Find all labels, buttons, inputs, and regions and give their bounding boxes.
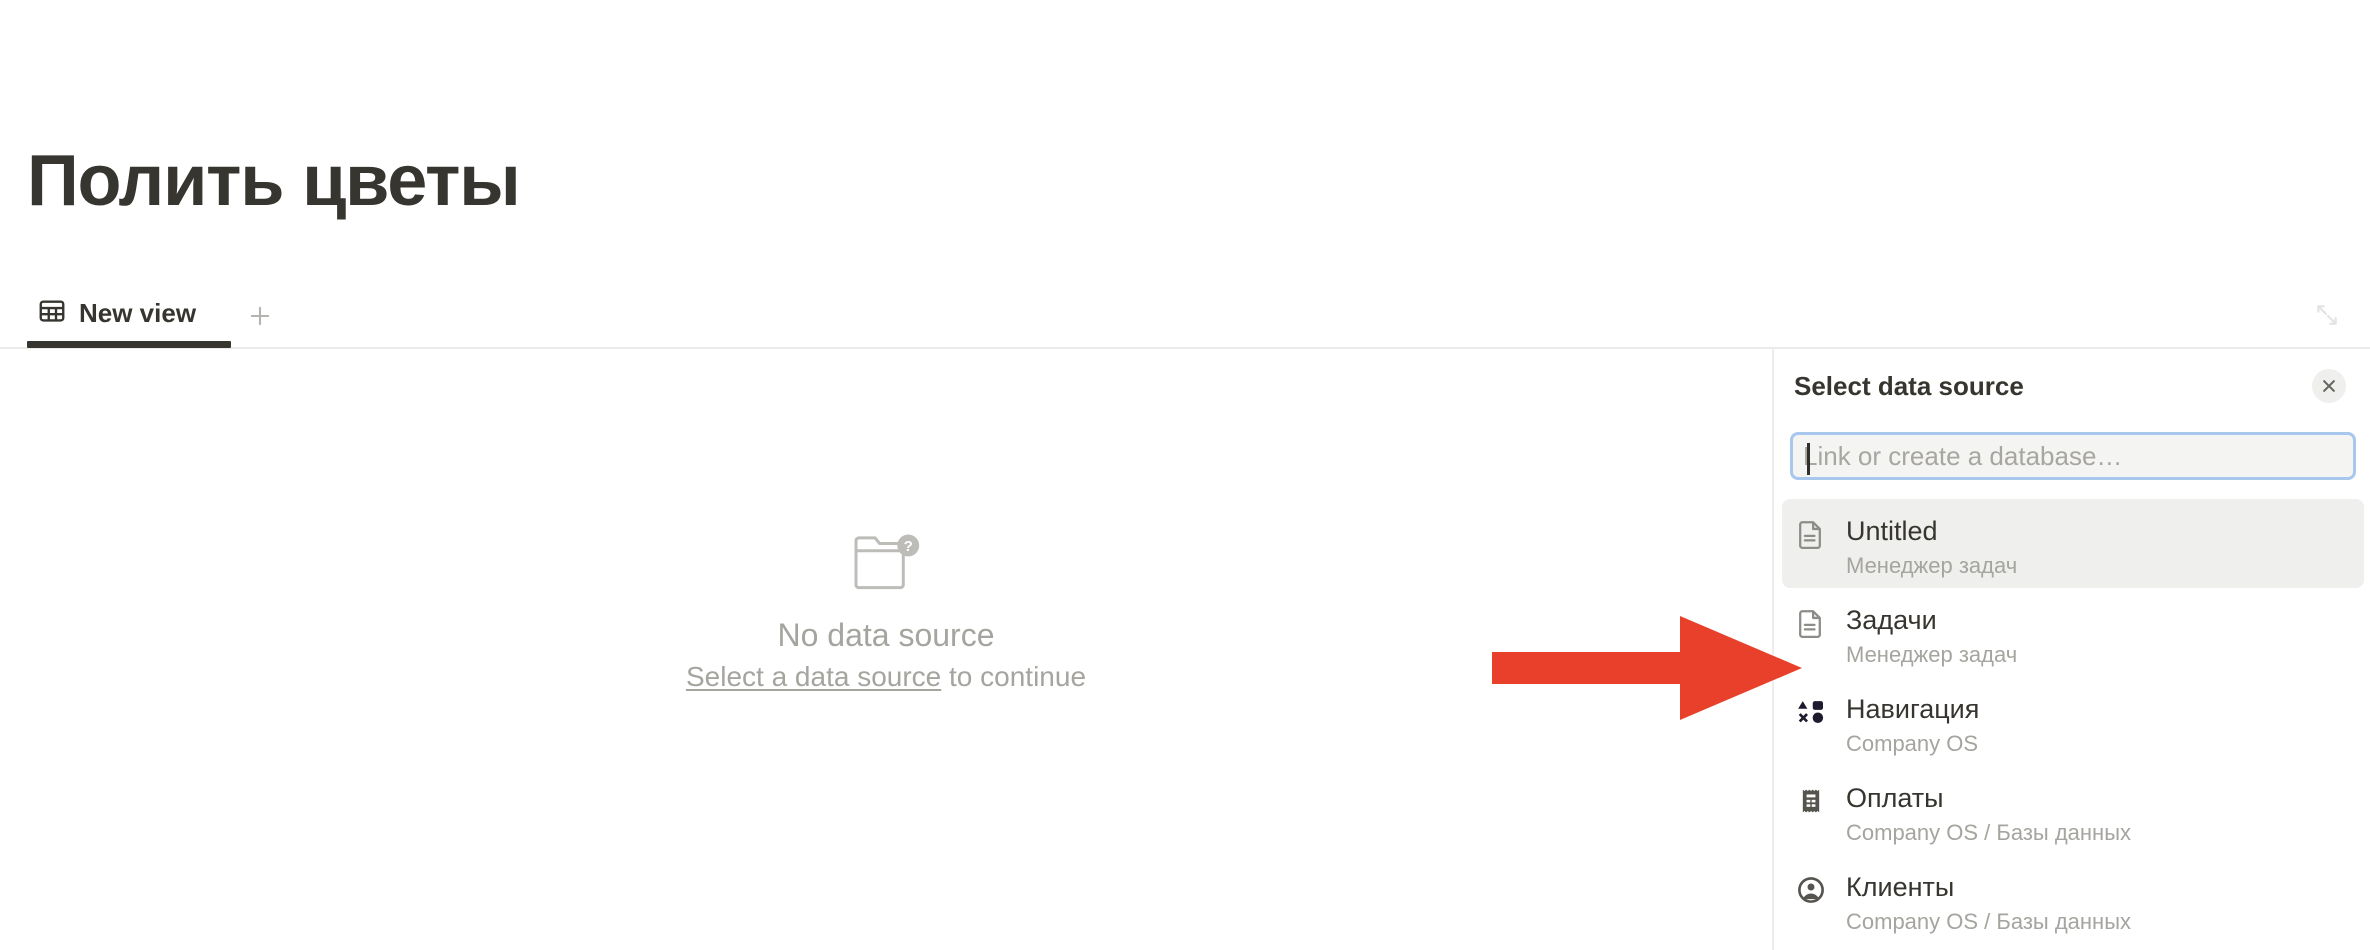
- list-item[interactable]: Клиенты Company OS / Базы данных: [1782, 855, 2364, 944]
- list-item[interactable]: Untitled Менеджер задач: [1782, 499, 2364, 588]
- add-view-button[interactable]: [242, 298, 278, 334]
- panel-header: Select data source: [1774, 349, 2370, 423]
- list-item-title: Навигация: [1846, 694, 1980, 724]
- panel-title: Select data source: [1794, 370, 2024, 401]
- list-item[interactable]: Задачи Менеджер задач: [1782, 588, 2364, 677]
- view-tab-bar: New view: [0, 280, 2370, 349]
- empty-state-title: No data source: [777, 617, 995, 653]
- page-title: Полить цветы: [27, 141, 521, 221]
- expand-icon[interactable]: [2308, 296, 2346, 334]
- data-source-results-list: Untitled Менеджер задач Задачи Менеджер …: [1774, 499, 2370, 950]
- search-input[interactable]: [1803, 435, 2343, 477]
- shapes-icon: [1794, 695, 1828, 729]
- list-item-title: Задачи: [1846, 605, 1937, 635]
- list-item-subtitle: Company OS / Базы данных: [1846, 909, 2132, 934]
- list-item-subtitle: Менеджер задач: [1846, 642, 2018, 667]
- page-icon: [1794, 517, 1828, 551]
- svg-text:?: ?: [904, 538, 913, 555]
- list-item-subtitle: Company OS / Базы данных: [1846, 820, 2132, 845]
- page-icon: [1794, 606, 1828, 640]
- list-item[interactable]: Оплаты Company OS / Базы данных: [1782, 766, 2364, 855]
- list-item-title: Клиенты: [1846, 872, 1955, 902]
- empty-state: ? No data source Select a data source to…: [0, 349, 1772, 950]
- receipt-icon: [1794, 784, 1828, 818]
- tab-new-view[interactable]: New view: [27, 280, 206, 347]
- table-icon: [37, 296, 67, 331]
- select-data-source-link[interactable]: Select a data source: [686, 661, 941, 692]
- list-item-subtitle: Менеджер задач: [1846, 553, 2018, 578]
- list-item[interactable]: Навигация Company OS: [1782, 677, 2364, 766]
- empty-state-suffix: to continue: [941, 661, 1087, 692]
- list-item-subtitle: Company OS: [1846, 731, 1979, 756]
- search-field-wrapper[interactable]: [1790, 432, 2356, 480]
- select-data-source-panel: Select data source Untitled: [1772, 349, 2370, 950]
- list-item-title: Untitled: [1846, 516, 1938, 546]
- tab-label: New view: [79, 298, 197, 328]
- active-tab-indicator: [27, 341, 231, 348]
- close-icon[interactable]: [2312, 369, 2346, 403]
- folder-question-icon: ?: [850, 531, 922, 591]
- empty-state-subtitle: Select a data source to continue: [686, 659, 1086, 695]
- person-circle-icon: [1794, 873, 1828, 907]
- list-item-title: Оплаты: [1846, 783, 1944, 813]
- text-caret: [1807, 443, 1810, 475]
